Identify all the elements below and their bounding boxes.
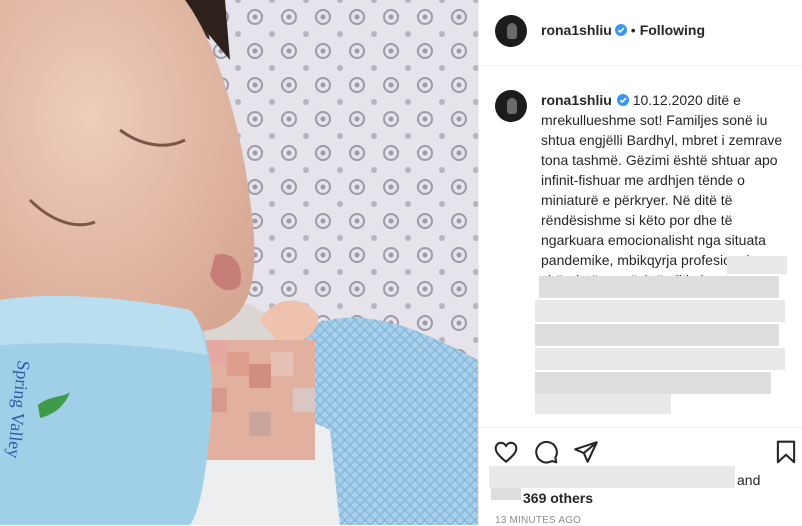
header-user-line: rona1shliu • Following bbox=[541, 21, 705, 40]
caption-username[interactable]: rona1shliu bbox=[541, 92, 612, 108]
likes-and-text: and bbox=[737, 472, 761, 488]
post-header: rona1shliu • Following bbox=[479, 0, 802, 66]
blurred-caption bbox=[535, 394, 671, 414]
likes-others-link[interactable]: 369 others bbox=[523, 490, 593, 506]
post-side-panel: rona1shliu • Following rona1shliu 10.12.20… bbox=[478, 0, 802, 526]
post-image[interactable]: Spring Valley bbox=[0, 0, 478, 525]
blurred-caption bbox=[535, 348, 785, 370]
post-timestamp[interactable]: 13 MINUTES AGO bbox=[495, 515, 581, 526]
heart-icon[interactable] bbox=[493, 439, 519, 465]
blurred-likers bbox=[489, 466, 735, 488]
blurred-caption bbox=[539, 276, 779, 298]
blurred-caption bbox=[535, 372, 771, 394]
blurred-caption bbox=[727, 256, 787, 274]
instagram-post-view: Spring Valley rona1shliu • Following rona1… bbox=[0, 0, 802, 526]
verified-badge-icon bbox=[614, 24, 627, 36]
caption-verified-badge-icon bbox=[616, 94, 629, 106]
avatar[interactable] bbox=[495, 15, 527, 47]
caption-avatar[interactable] bbox=[495, 90, 527, 122]
share-icon[interactable] bbox=[573, 439, 599, 465]
following-button[interactable]: Following bbox=[640, 22, 705, 38]
header-username[interactable]: rona1shliu bbox=[541, 22, 612, 38]
blurred-likers bbox=[491, 488, 521, 500]
comment-icon[interactable] bbox=[533, 439, 559, 465]
blurred-caption bbox=[535, 300, 785, 322]
post-image-drawing: Spring Valley bbox=[0, 0, 478, 525]
bookmark-icon[interactable] bbox=[773, 439, 799, 465]
blurred-caption bbox=[535, 324, 779, 346]
separator-dot: • bbox=[630, 22, 636, 38]
